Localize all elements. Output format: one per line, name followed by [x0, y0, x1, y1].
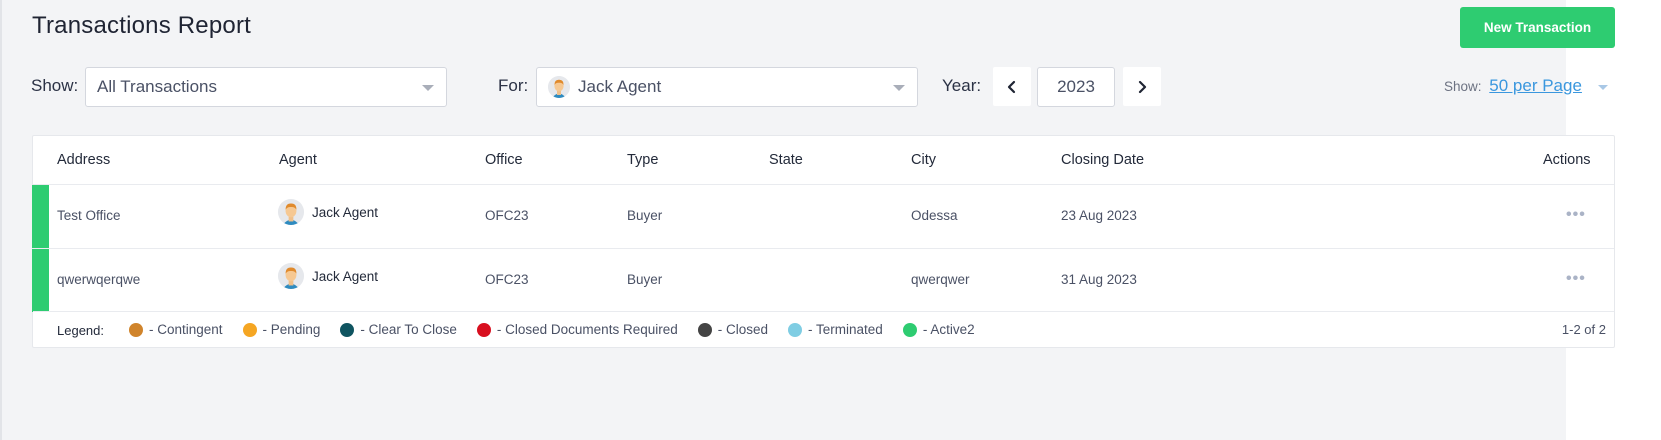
- year-prev-button[interactable]: [993, 67, 1031, 106]
- legend-item-pending: - Pending: [242, 322, 321, 337]
- status-dot-icon: [902, 322, 917, 337]
- caret-down-icon: [422, 85, 434, 91]
- cell-address: Test Office: [57, 208, 121, 223]
- legend-item-closed-documents-required: - Closed Documents Required: [476, 322, 678, 337]
- status-dot-icon: [129, 322, 143, 337]
- status-dot-icon: [788, 322, 803, 337]
- legend-items: - Contingent - Pending - Clear To Close …: [129, 322, 995, 337]
- column-header-address[interactable]: Address: [57, 152, 110, 168]
- cell-city: qwerqwer: [911, 272, 970, 287]
- cell-closing-date: 31 Aug 2023: [1061, 272, 1137, 287]
- column-header-agent[interactable]: Agent: [279, 152, 317, 168]
- more-horizontal-icon[interactable]: •••: [1566, 206, 1586, 224]
- page-title: Transactions Report: [32, 12, 252, 39]
- cell-office: OFC23: [485, 208, 529, 223]
- agent-avatar-icon: [548, 76, 570, 98]
- table-row[interactable]: Test Office Jack Agent OFC23 Buyer Odess…: [32, 184, 1614, 248]
- agent-avatar-icon: [278, 263, 304, 289]
- transactions-table: Address Agent Office Type State City Clo…: [32, 135, 1615, 348]
- legend-item-label: - Active2: [922, 322, 975, 337]
- status-dot-icon: [697, 322, 712, 337]
- legend-item-contingent: - Contingent: [129, 322, 223, 337]
- show-select[interactable]: All Transactions: [85, 67, 447, 107]
- per-page-prefix: Show:: [1444, 79, 1482, 94]
- table-footer-legend: Legend: - Contingent - Pending - Clear T…: [33, 311, 1614, 348]
- caret-down-icon: [893, 85, 905, 91]
- legend-item-label: - Contingent: [149, 322, 223, 337]
- legend-label: Legend:: [57, 323, 104, 338]
- table-row[interactable]: qwerwqerqwe Jack Agent OFC23 Buyer qwerq…: [32, 248, 1614, 312]
- legend-item-label: - Closed Documents Required: [496, 322, 678, 337]
- more-horizontal-icon[interactable]: •••: [1566, 270, 1586, 288]
- status-indicator: [32, 185, 49, 248]
- status-dot-icon: [340, 322, 355, 337]
- for-select[interactable]: Jack Agent: [536, 67, 918, 107]
- legend-item-closed: - Closed: [697, 322, 769, 337]
- per-page-select[interactable]: 50 per Page: [1489, 76, 1582, 95]
- legend-item-label: - Clear To Close: [360, 322, 457, 337]
- pagination-summary: 1-2 of 2: [1561, 322, 1606, 337]
- legend-item-clear-to-close: - Clear To Close: [340, 322, 457, 337]
- legend-item-terminated: - Terminated: [788, 322, 883, 337]
- new-transaction-button[interactable]: New Transaction: [1460, 7, 1615, 48]
- show-select-value: All Transactions: [97, 77, 217, 96]
- year-next-button[interactable]: [1123, 67, 1161, 106]
- cell-agent: Jack Agent: [278, 263, 378, 289]
- cell-address: qwerwqerqwe: [57, 272, 141, 287]
- column-header-city[interactable]: City: [911, 152, 936, 168]
- cell-city: Odessa: [911, 208, 958, 223]
- agent-name: Jack Agent: [312, 268, 379, 284]
- year-filter-label: Year:: [942, 76, 982, 95]
- caret-down-icon[interactable]: [1597, 84, 1608, 90]
- left-edge-divider: [0, 0, 2, 440]
- cell-type: Buyer: [627, 208, 663, 223]
- legend-item-label: - Pending: [262, 322, 321, 337]
- show-filter-label: Show:: [31, 76, 79, 95]
- status-dot-icon: [242, 322, 257, 337]
- status-dot-icon: [476, 322, 491, 337]
- for-filter-label: For:: [498, 76, 529, 95]
- column-header-state[interactable]: State: [769, 152, 803, 168]
- legend-item-active2: - Active2: [902, 322, 975, 337]
- cell-office: OFC23: [485, 272, 529, 287]
- cell-closing-date: 23 Aug 2023: [1061, 208, 1137, 223]
- for-select-value: Jack Agent: [578, 77, 662, 96]
- agent-avatar-icon: [278, 199, 304, 225]
- column-header-office[interactable]: Office: [485, 152, 523, 168]
- legend-item-label: - Closed: [717, 322, 769, 337]
- per-page-control: Show: 50 per Page: [1444, 76, 1608, 96]
- column-header-actions: Actions: [1543, 152, 1591, 168]
- status-indicator: [32, 249, 49, 312]
- agent-name: Jack Agent: [312, 204, 379, 220]
- cell-type: Buyer: [627, 272, 663, 287]
- year-input[interactable]: 2023: [1037, 67, 1115, 107]
- chevron-left-icon: [1007, 80, 1016, 93]
- column-header-closing-date[interactable]: Closing Date: [1061, 152, 1144, 168]
- legend-item-label: - Terminated: [808, 322, 883, 337]
- column-header-type[interactable]: Type: [627, 152, 658, 168]
- chevron-right-icon: [1138, 80, 1147, 93]
- cell-agent: Jack Agent: [278, 199, 378, 225]
